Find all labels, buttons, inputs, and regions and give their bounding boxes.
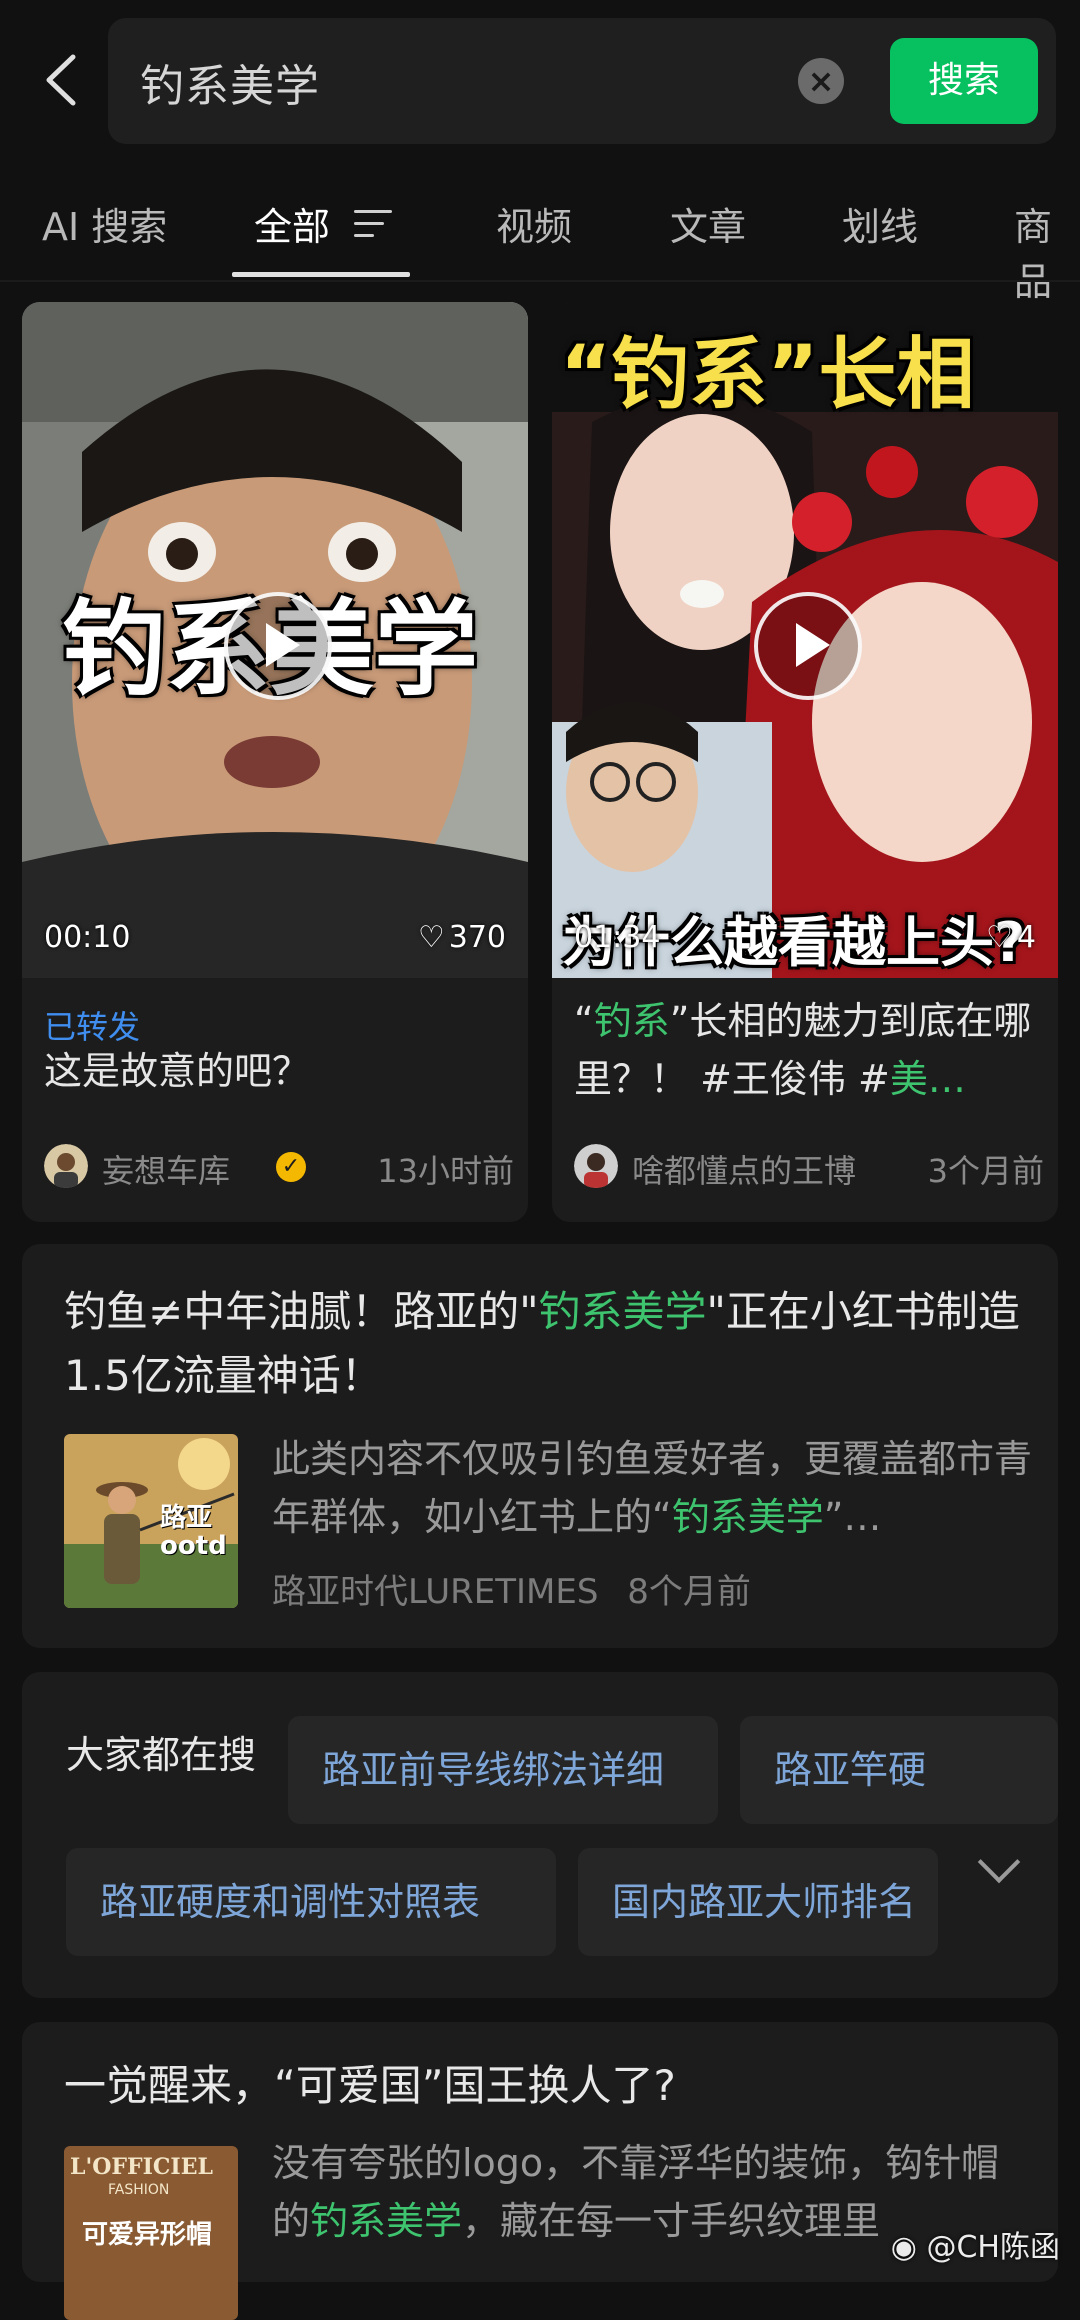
thumbnail-text: 路亚 ootd xyxy=(160,1503,227,1561)
article-time: 8个月前 xyxy=(627,1572,751,1612)
thumbnail-brand: L'OFFICIEL xyxy=(70,2154,213,2180)
trending-chip[interactable]: 路亚竿硬 xyxy=(740,1716,1058,1824)
divider xyxy=(0,280,1080,282)
post-time: 3个月前 xyxy=(927,1152,1044,1190)
video-card[interactable]: “钓系”长相 为什么越看越上头? 01:34 ♡ 4 “钓系”长相的魅力到底在哪里… xyxy=(552,302,1058,1222)
video-meta: 啥都懂点的王博 3个月前 xyxy=(574,1142,1044,1192)
tab-highlight[interactable]: 划线 xyxy=(842,196,918,251)
tab-article[interactable]: 文章 xyxy=(670,196,746,251)
article-source[interactable]: 路亚时代LURETIMES xyxy=(272,1572,598,1612)
desc-keyword: 钓系美学 xyxy=(671,1495,824,1539)
video-thumbnail[interactable]: “钓系”长相 为什么越看越上头? 01:34 ♡ 4 xyxy=(552,302,1058,978)
trending-searches: 大家都在搜 路亚前导线绑法详细 路亚竿硬 路亚硬度和调性对照表 国内路亚大师排名 xyxy=(22,1672,1058,1998)
desc-text: ，藏在每一寸手织纹理里 xyxy=(462,2199,881,2243)
video-meta: 妄想车库 ✓ 13小时前 xyxy=(44,1142,514,1192)
author-name[interactable]: 啥都懂点的王博 xyxy=(632,1146,856,1192)
play-icon[interactable] xyxy=(754,592,862,700)
video-duration: 01:34 xyxy=(574,920,661,955)
title-keyword: 钓系 xyxy=(593,999,670,1043)
article-card[interactable]: 钓鱼≠中年油腻！路亚的"钓系美学"正在小红书制造1.5亿流量神话！ 路亚 oot… xyxy=(22,1244,1058,1648)
watermark-text: @CH陈函 xyxy=(926,2230,1060,2265)
tab-products[interactable]: 商品 xyxy=(1014,196,1080,306)
video-card[interactable]: 钓系美学 00:10 ♡ 370 已转发 这是故意的吧？ 妄想车库 ✓ 13小时前 xyxy=(22,302,528,1222)
article-thumbnail[interactable]: 路亚 ootd xyxy=(64,1434,238,1608)
desc-keyword: 钓系美学 xyxy=(310,2199,463,2243)
video-title[interactable]: 这是故意的吧？ xyxy=(44,1042,514,1100)
title-text: “ xyxy=(574,999,594,1043)
trending-chip[interactable]: 路亚前导线绑法详细 xyxy=(288,1716,718,1824)
video-overlay-title: “钓系”长相 xyxy=(560,330,975,420)
article-meta: 路亚时代LURETIMES 8个月前 xyxy=(272,1564,751,1613)
active-tab-indicator xyxy=(232,272,410,277)
article-title[interactable]: 钓鱼≠中年油腻！路亚的"钓系美学"正在小红书制造1.5亿流量神话！ xyxy=(64,1280,1024,1408)
trending-chip[interactable]: 路亚硬度和调性对照表 xyxy=(66,1848,556,1956)
avatar[interactable] xyxy=(44,1144,88,1188)
desc-text: ”… xyxy=(823,1495,882,1539)
chevron-left-icon xyxy=(46,54,76,106)
article-thumbnail[interactable]: L'OFFICIEL FASHION 可爱异形帽 xyxy=(64,2146,238,2320)
author-name[interactable]: 妄想车库 xyxy=(102,1146,230,1192)
thumbnail-caption: 可爱异形帽 xyxy=(82,2220,213,2250)
trending-chip[interactable]: 国内路亚大师排名 xyxy=(578,1848,938,1956)
search-button[interactable]: 搜索 xyxy=(890,38,1038,124)
heart-icon: ♡ xyxy=(986,920,1013,955)
tab-video[interactable]: 视频 xyxy=(496,196,572,251)
title-text: 钓鱼≠中年油腻！路亚的" xyxy=(64,1287,539,1336)
article-description: 此类内容不仅吸引钓鱼爱好者，更覆盖都市青年群体，如小红书上的“钓系美学”… xyxy=(272,1430,1032,1546)
like-count: 370 xyxy=(448,920,506,955)
video-duration: 00:10 xyxy=(44,920,131,955)
verified-icon: ✓ xyxy=(276,1152,306,1182)
post-time: 13小时前 xyxy=(377,1152,514,1190)
desc-text: 此类内容不仅吸引钓鱼爱好者，更覆盖都市青年群体，如小红书上的“ xyxy=(272,1437,1033,1539)
title-keyword: 钓系美学 xyxy=(538,1287,707,1336)
video-likes: ♡ 370 xyxy=(418,920,506,955)
back-button[interactable] xyxy=(30,40,90,120)
play-icon[interactable] xyxy=(224,592,332,700)
heart-icon: ♡ xyxy=(417,920,445,955)
video-likes: ♡ 4 xyxy=(986,920,1036,955)
filter-icon[interactable] xyxy=(354,210,392,246)
weibo-icon: ◉ xyxy=(890,2230,927,2265)
watermark: ◉ @CH陈函 xyxy=(891,2222,1060,2266)
search-query-text[interactable]: 钓系美学 xyxy=(140,50,320,114)
title-keyword: 美… xyxy=(889,1057,966,1101)
clear-icon[interactable]: × xyxy=(798,58,844,104)
tab-bar: AI 搜索 全部 视频 文章 划线 商品 xyxy=(0,186,1080,304)
tab-all[interactable]: 全部 xyxy=(254,196,330,251)
avatar[interactable] xyxy=(574,1144,618,1188)
article-title[interactable]: 一觉醒来，“可爱国”国王换人了? xyxy=(64,2054,1024,2118)
tab-ai-search[interactable]: AI 搜索 xyxy=(42,196,167,251)
thumbnail-subtitle: FASHION xyxy=(108,2182,170,2198)
video-title[interactable]: “钓系”长相的魅力到底在哪里？！ #王俊伟 #美… xyxy=(574,992,1044,1108)
video-thumbnail[interactable]: 钓系美学 00:10 ♡ 370 xyxy=(22,302,528,978)
chevron-down-icon[interactable] xyxy=(977,1840,1021,1884)
like-count: 4 xyxy=(1016,920,1036,955)
trending-label: 大家都在搜 xyxy=(66,1733,257,1777)
